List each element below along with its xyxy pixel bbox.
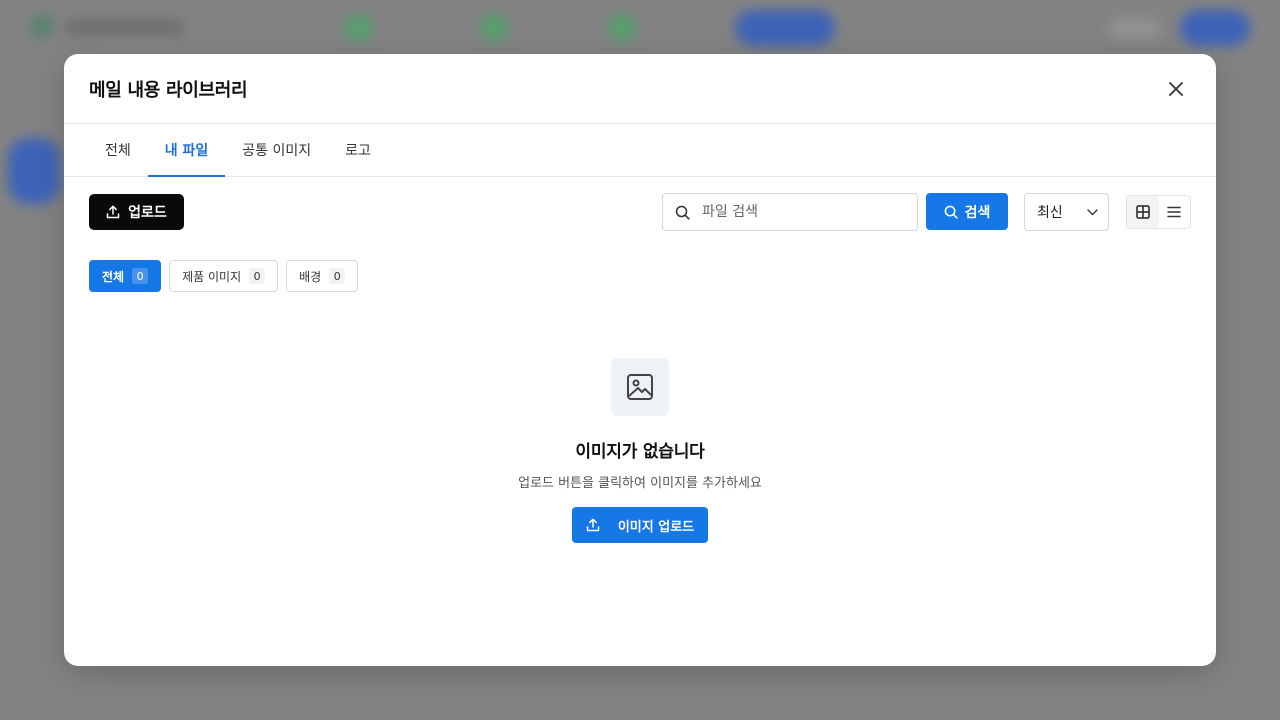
modal-title: 메일 내용 라이브러리 xyxy=(89,79,248,101)
search-button[interactable]: 검색 xyxy=(926,193,1008,230)
tab-logo[interactable]: 로고 xyxy=(328,124,388,176)
upload-button-label: 업로드 xyxy=(128,205,167,221)
empty-state-icon-box xyxy=(611,358,669,416)
image-upload-button[interactable]: 이미지 업로드 xyxy=(572,507,708,543)
chip-count: 0 xyxy=(132,268,149,284)
empty-state: 이미지가 없습니다 업로드 버튼을 클릭하여 이미지를 추가하세요 이미지 업로… xyxy=(64,358,1216,543)
tab-bar: 전체 내 파일 공통 이미지 로고 xyxy=(64,124,1216,177)
upload-button[interactable]: 업로드 xyxy=(89,194,184,230)
grid-view-button[interactable] xyxy=(1127,196,1159,228)
upload-icon xyxy=(586,518,600,532)
sort-select-value: 최신 xyxy=(1037,205,1063,221)
sort-select[interactable]: 최신 xyxy=(1024,193,1109,231)
image-upload-button-label: 이미지 업로드 xyxy=(617,519,695,535)
empty-state-title: 이미지가 없습니다 xyxy=(575,442,705,462)
search-icon xyxy=(675,205,690,220)
category-filter: 전체 0 제품 이미지 0 배경 0 xyxy=(89,260,359,292)
view-toggle xyxy=(1126,195,1191,229)
filter-chip-product-images[interactable]: 제품 이미지 0 xyxy=(169,260,279,292)
library-modal: 메일 내용 라이브러리 전체 내 파일 공통 이미지 로고 업로드 파일 검색 … xyxy=(64,54,1216,666)
tab-my-files[interactable]: 내 파일 xyxy=(147,124,226,177)
upload-icon xyxy=(106,205,120,219)
chip-count: 0 xyxy=(329,268,346,284)
filter-chip-background[interactable]: 배경 0 xyxy=(286,260,359,292)
modal-header: 메일 내용 라이브러리 xyxy=(64,54,1216,124)
tab-all[interactable]: 전체 xyxy=(88,124,148,176)
search-button-label: 검색 xyxy=(964,204,991,221)
chevron-down-icon xyxy=(1087,208,1098,215)
chip-count: 0 xyxy=(249,268,266,284)
chip-label: 제품 이미지 xyxy=(182,269,242,284)
grid-icon xyxy=(1136,205,1150,219)
search-icon xyxy=(944,205,958,219)
tab-common-images[interactable]: 공통 이미지 xyxy=(225,124,328,176)
filter-chip-all[interactable]: 전체 0 xyxy=(89,260,162,292)
list-icon xyxy=(1167,206,1181,218)
search-input[interactable] xyxy=(702,204,902,220)
close-icon xyxy=(1169,81,1183,96)
toolbar: 업로드 검색 최신 xyxy=(64,177,1216,247)
close-button[interactable] xyxy=(1164,77,1188,101)
empty-state-description: 업로드 버튼을 클릭하여 이미지를 추가하세요 xyxy=(518,476,762,491)
search-box xyxy=(662,193,918,231)
chip-label: 배경 xyxy=(299,269,322,284)
chip-label: 전체 xyxy=(102,269,125,284)
image-icon xyxy=(627,374,653,400)
list-view-button[interactable] xyxy=(1159,196,1191,228)
